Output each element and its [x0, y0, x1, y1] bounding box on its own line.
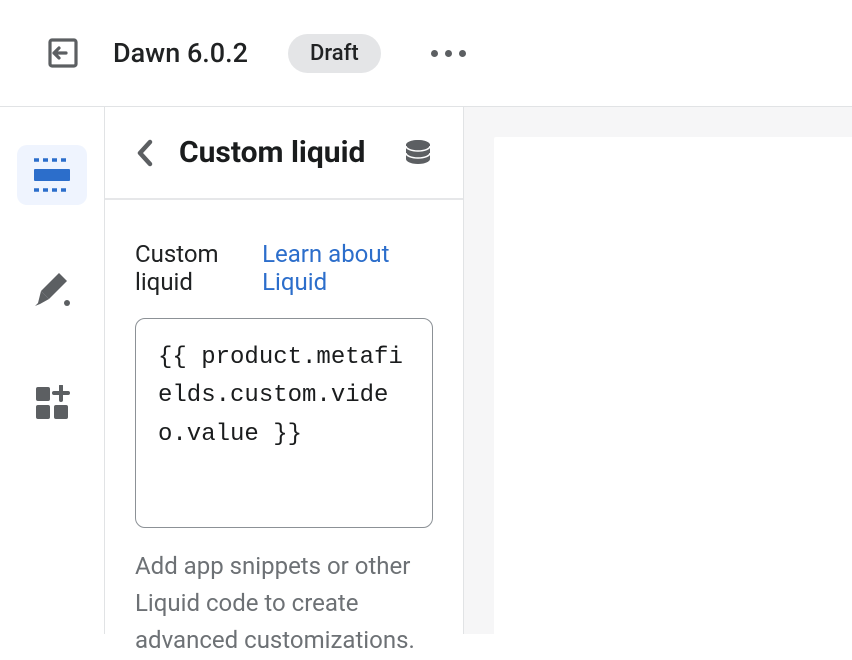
apps-icon — [34, 385, 70, 421]
sidebar-sections-button[interactable] — [17, 145, 87, 205]
database-icon[interactable] — [403, 138, 433, 168]
preview-area — [464, 107, 852, 634]
paintbrush-icon — [32, 269, 72, 309]
settings-panel: Custom liquid Custom liquid Learn about … — [105, 107, 464, 634]
left-sidebar — [0, 107, 105, 634]
theme-name: Dawn 6.0.2 — [113, 37, 248, 69]
status-badge: Draft — [288, 34, 381, 73]
help-text: Add app snippets or other Liquid code to… — [135, 548, 433, 660]
learn-about-liquid-link[interactable]: Learn about Liquid — [262, 240, 433, 296]
custom-liquid-input[interactable]: {{ product.metafields.custom.video.value… — [135, 318, 433, 528]
sections-icon — [32, 158, 72, 192]
app-header: Dawn 6.0.2 Draft — [0, 0, 852, 107]
panel-header: Custom liquid — [105, 107, 463, 200]
panel-title: Custom liquid — [179, 135, 379, 170]
back-icon[interactable] — [135, 138, 155, 168]
field-label: Custom liquid — [135, 240, 262, 296]
exit-icon[interactable] — [45, 35, 81, 71]
sidebar-theme-settings-button[interactable] — [17, 259, 87, 319]
sidebar-apps-button[interactable] — [17, 373, 87, 433]
more-actions-icon[interactable] — [431, 50, 466, 57]
preview-canvas — [494, 137, 852, 634]
